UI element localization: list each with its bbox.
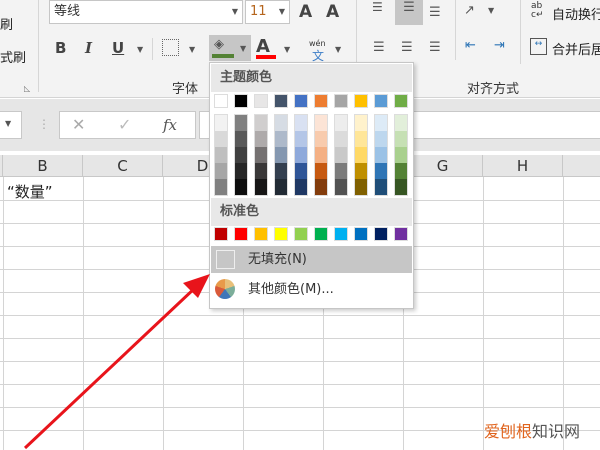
annotation-arrow: [23, 274, 210, 450]
watermark-part1: 爱刨根: [483, 422, 532, 441]
watermark-part2: 知识网: [531, 422, 580, 441]
watermark: 爱刨根知识网: [484, 418, 580, 442]
arrow-shaft: [23, 285, 198, 450]
